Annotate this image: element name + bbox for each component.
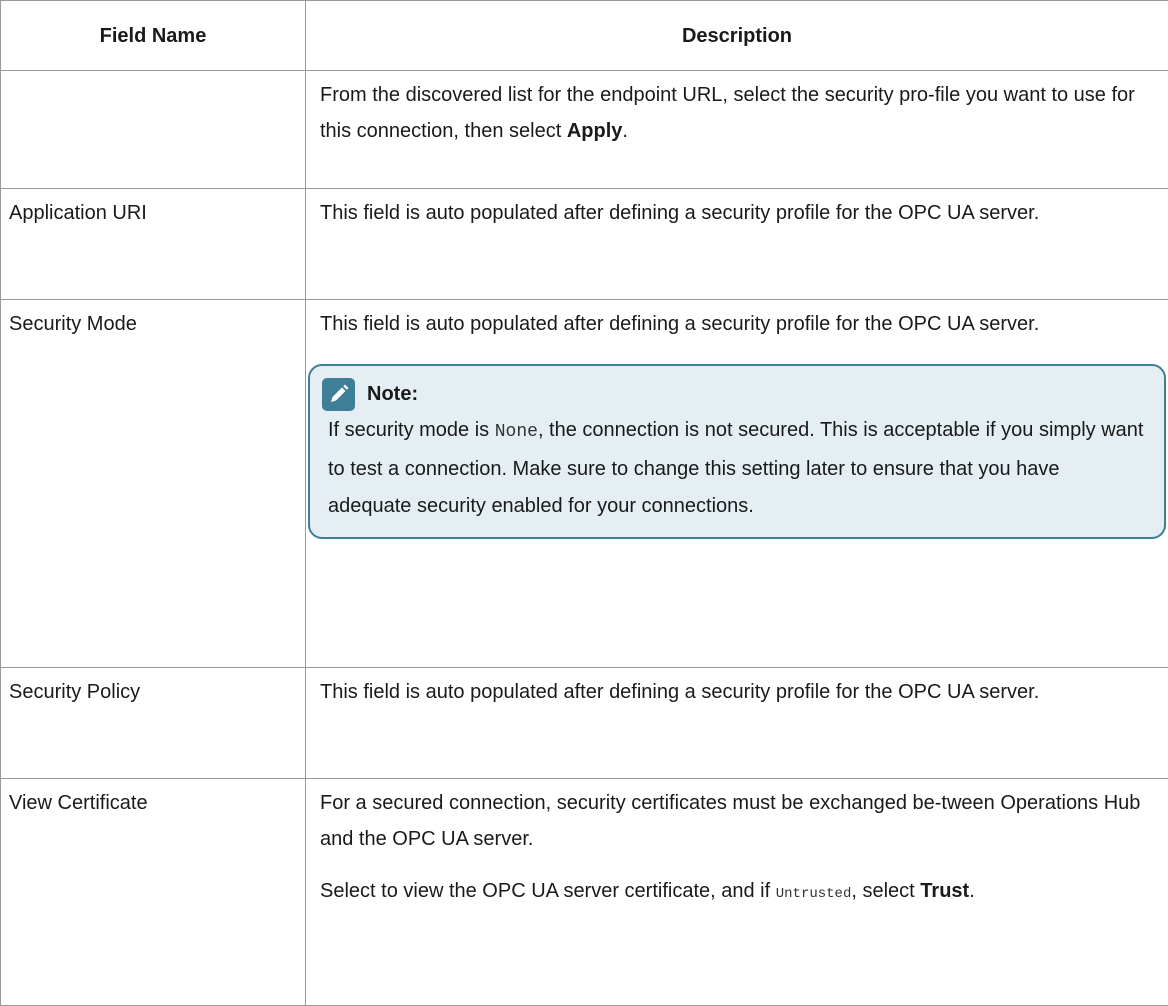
description-text: From the discovered list for the endpoin…: [320, 77, 1154, 149]
description-cell: This field is auto populated after defin…: [306, 189, 1168, 300]
description-text: This field is auto populated after defin…: [320, 195, 1154, 231]
note-pencil-icon: [322, 378, 355, 411]
description-text-2-suffix: .: [969, 880, 975, 902]
field-name-cell: Security Mode: [1, 300, 306, 668]
code-none: None: [495, 422, 538, 442]
field-name-cell: Application URI: [1, 189, 306, 300]
description-cell: For a secured connection, security certi…: [306, 779, 1168, 1006]
table-row: From the discovered list for the endpoin…: [1, 71, 1168, 189]
description-text: This field is auto populated after defin…: [320, 306, 1154, 342]
note-callout: Note: If security mode is None, the conn…: [308, 364, 1166, 539]
trust-ui-label: Trust: [920, 880, 969, 902]
column-header-field-name: Field Name: [1, 1, 306, 71]
field-name-cell: [1, 71, 306, 189]
table-row: View Certificate For a secured connectio…: [1, 779, 1168, 1006]
column-header-description: Description: [306, 1, 1168, 71]
code-untrusted: Untrusted: [776, 886, 852, 902]
field-name-cell: Security Policy: [1, 668, 306, 779]
description-text-prefix: From the discovered list for the endpoin…: [320, 84, 1135, 142]
description-text-2-prefix: Select to view the OPC UA server certifi…: [320, 880, 776, 902]
table-header-row: Field Name Description: [1, 1, 1168, 71]
table-row: Application URI This field is auto popul…: [1, 189, 1168, 300]
description-cell: This field is auto populated after defin…: [306, 668, 1168, 779]
note-header: Note:: [328, 372, 1146, 416]
note-body-prefix: If security mode is: [328, 419, 495, 441]
note-title: Note:: [367, 376, 418, 412]
description-cell: This field is auto populated after defin…: [306, 300, 1168, 668]
description-text-2: Select to view the OPC UA server certifi…: [320, 873, 1154, 912]
description-text: This field is auto populated after defin…: [320, 674, 1154, 710]
table-row: Security Policy This field is auto popul…: [1, 668, 1168, 779]
note-body: If security mode is None, the connection…: [328, 412, 1146, 525]
field-description-table: Field Name Description From the discover…: [0, 0, 1168, 1006]
description-text-2-mid: , select: [851, 880, 920, 902]
description-text-suffix: .: [622, 120, 628, 142]
description-text: For a secured connection, security certi…: [320, 785, 1154, 857]
table-row: Security Mode This field is auto populat…: [1, 300, 1168, 668]
description-cell: From the discovered list for the endpoin…: [306, 71, 1168, 189]
apply-ui-label: Apply: [567, 120, 623, 142]
field-name-cell: View Certificate: [1, 779, 306, 1006]
